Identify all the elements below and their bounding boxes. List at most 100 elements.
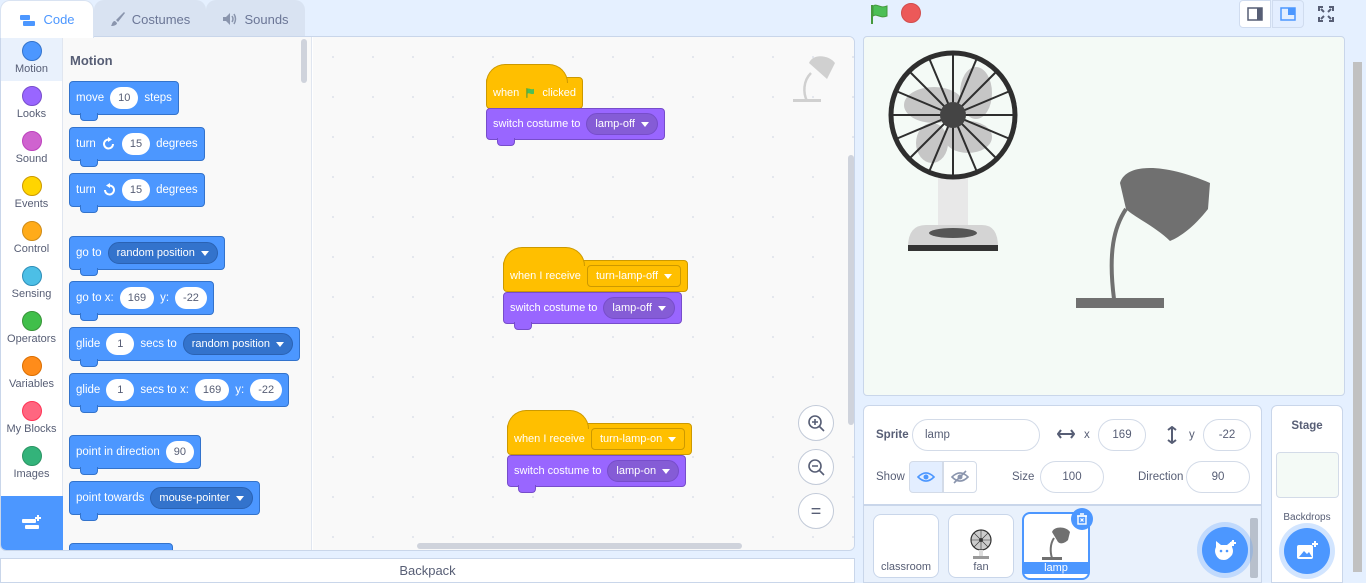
category-sound[interactable]: Sound	[1, 127, 62, 171]
costume-dropdown[interactable]: lamp-on	[607, 460, 680, 482]
block-turn-left[interactable]: turn 15 degrees	[69, 173, 205, 213]
category-sensing[interactable]: Sensing	[1, 262, 62, 306]
category-my-blocks[interactable]: My Blocks	[1, 397, 62, 441]
costume-dropdown[interactable]: lamp-off	[586, 113, 658, 135]
tab-code[interactable]: Code	[0, 0, 94, 38]
choose-backdrop-button[interactable]	[1284, 528, 1330, 574]
palette-title: Motion	[70, 53, 113, 68]
y-input[interactable]: -22	[250, 379, 283, 401]
when-i-receive-block[interactable]: when I receive turn-lamp-off	[503, 247, 689, 292]
green-flag-icon[interactable]	[868, 3, 890, 25]
x-input[interactable]: 169	[1098, 419, 1146, 451]
fullscreen-button[interactable]	[1310, 0, 1342, 28]
show-hidden-button[interactable]	[943, 461, 977, 493]
stage-canvas[interactable]	[863, 36, 1345, 396]
sprite-thumb-classroom[interactable]: classroom	[873, 514, 939, 578]
category-operators[interactable]: Operators	[1, 307, 62, 351]
script-area[interactable]: when clicked switch costume to lamp-off …	[313, 37, 854, 550]
when-flag-clicked-block[interactable]: when clicked	[486, 64, 583, 109]
block-turn-right[interactable]: turn 15 degrees	[69, 127, 205, 167]
delete-sprite-button[interactable]	[1071, 508, 1093, 530]
stage-thumbnail[interactable]	[1276, 452, 1339, 498]
block-text: degrees	[156, 138, 198, 150]
size-input[interactable]: 100	[1040, 461, 1104, 493]
stop-icon[interactable]	[901, 3, 921, 23]
block-partial[interactable]	[69, 543, 173, 550]
sprite-thumb-fan[interactable]: fan	[948, 514, 1014, 578]
degrees-input[interactable]: 15	[121, 179, 151, 201]
block-go-to[interactable]: go to random position	[69, 236, 225, 276]
category-looks[interactable]: Looks	[1, 82, 62, 126]
script-horizontal-scrollbar[interactable]	[417, 543, 742, 549]
degrees-input[interactable]: 15	[121, 133, 151, 155]
block-text: switch costume to	[493, 118, 581, 130]
y-input[interactable]: -22	[1203, 419, 1251, 451]
x-input[interactable]: 169	[119, 287, 155, 309]
steps-input[interactable]: 10	[110, 87, 139, 109]
zoom-in-button[interactable]	[798, 405, 834, 441]
category-images[interactable]: Images	[1, 442, 62, 486]
secs-input[interactable]: 1	[106, 379, 135, 401]
go-to-target-dropdown[interactable]: random position	[107, 242, 218, 264]
normal-stage-icon	[1280, 7, 1296, 21]
point-towards-dropdown[interactable]: mouse-pointer	[150, 487, 253, 509]
small-stage-button[interactable]	[1239, 0, 1271, 28]
tab-sounds[interactable]: Sounds	[206, 0, 305, 37]
block-text: point in direction	[76, 446, 160, 458]
palette-scrollbar[interactable]	[301, 39, 307, 83]
block-glide-to-xy[interactable]: glide 1 secs to x: 169 y: -22	[69, 373, 290, 413]
tab-costumes[interactable]: Costumes	[94, 0, 206, 37]
choose-sprite-button[interactable]	[1202, 527, 1248, 573]
zoom-reset-button[interactable]: =	[798, 493, 834, 529]
sprite-label: Sprite	[876, 429, 909, 441]
rotate-left-icon	[103, 183, 115, 196]
normal-stage-button[interactable]	[1272, 0, 1304, 28]
fan-sprite[interactable]	[888, 50, 1018, 251]
block-go-to-xy[interactable]: go to x: 169 y: -22	[69, 281, 214, 321]
direction-input[interactable]: 90	[165, 441, 194, 463]
small-stage-icon	[1247, 7, 1263, 21]
sprite-thumb-label: lamp	[1024, 562, 1088, 574]
sprite-name-input[interactable]: lamp	[912, 419, 1040, 451]
backpack-header[interactable]: Backpack	[0, 558, 855, 583]
block-point-in-direction[interactable]: point in direction 90	[69, 435, 201, 475]
green-flag-icon	[526, 88, 535, 98]
secs-input[interactable]: 1	[106, 333, 135, 355]
block-point-towards[interactable]: point towards mouse-pointer	[69, 481, 260, 521]
switch-costume-block[interactable]: switch costume to lamp-off	[486, 108, 665, 146]
direction-input[interactable]: 90	[1186, 461, 1250, 493]
fan-thumb-icon	[970, 529, 992, 559]
image-plus-icon	[1297, 541, 1318, 559]
sprite-info-panel: Sprite lamp x 169 y -22 Show Size 100 Di…	[863, 405, 1262, 505]
category-motion[interactable]: Motion	[1, 37, 62, 81]
block-move-steps[interactable]: move 10 steps	[69, 81, 179, 121]
switch-costume-block[interactable]: switch costume to lamp-on	[507, 455, 687, 493]
show-visible-button[interactable]	[909, 461, 943, 493]
stage-scene	[888, 50, 1210, 308]
category-menu: Motion Looks Sound Events Control Sensin…	[1, 37, 63, 550]
x-value: 169	[1112, 429, 1132, 441]
message-dropdown[interactable]: turn-lamp-on	[590, 428, 686, 450]
y-input[interactable]: -22	[175, 287, 207, 309]
stage-target-panel[interactable]: Stage Backdrops	[1271, 405, 1343, 583]
lamp-sprite[interactable]	[1076, 168, 1210, 308]
message-dropdown[interactable]: turn-lamp-off	[586, 265, 682, 287]
x-input[interactable]: 169	[194, 379, 230, 401]
when-i-receive-block[interactable]: when I receive turn-lamp-on	[507, 410, 693, 455]
category-control[interactable]: Control	[1, 217, 62, 261]
category-events[interactable]: Events	[1, 172, 62, 216]
switch-costume-block[interactable]: switch costume to lamp-off	[503, 292, 682, 330]
glide-target-dropdown[interactable]: random position	[182, 333, 294, 355]
category-variables[interactable]: Variables	[1, 352, 62, 396]
block-text: go to x:	[76, 292, 114, 304]
script-vertical-scrollbar[interactable]	[848, 155, 854, 425]
add-extension-icon	[22, 515, 41, 529]
block-text: y:	[160, 292, 170, 304]
category-label: Events	[14, 198, 49, 210]
sprite-list-scrollbar[interactable]	[1250, 518, 1258, 578]
add-extension-button[interactable]	[1, 496, 63, 550]
block-glide-to[interactable]: glide 1 secs to random position	[69, 327, 301, 367]
page-scrollbar[interactable]	[1353, 62, 1362, 572]
zoom-out-button[interactable]	[798, 449, 834, 485]
costume-dropdown[interactable]: lamp-off	[603, 297, 675, 319]
